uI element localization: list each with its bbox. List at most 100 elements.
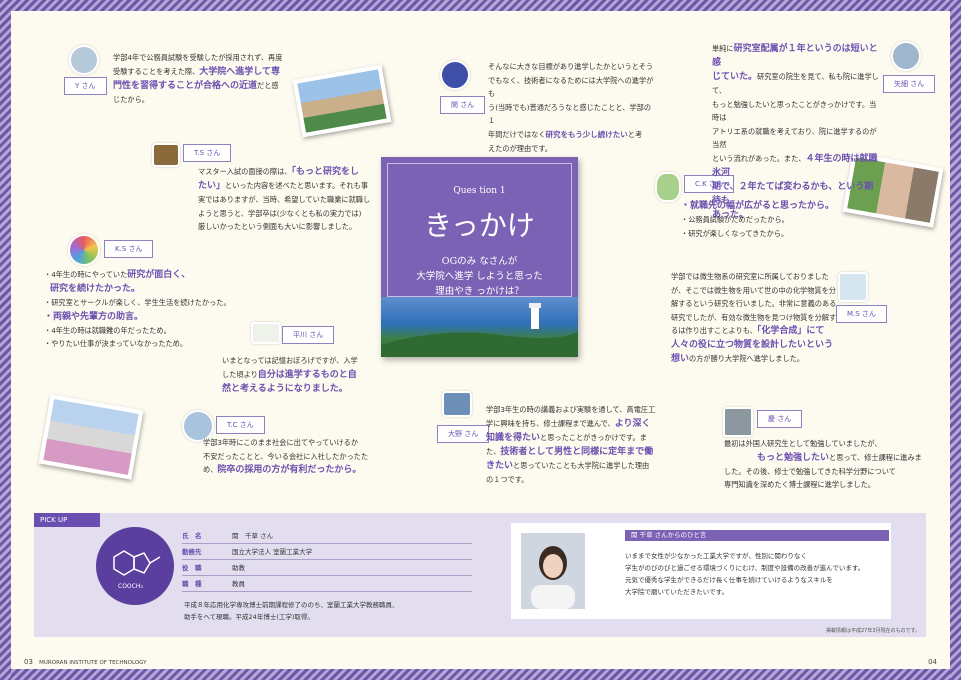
footer-institute-name: MURORAN INSTITUTE OF TECHNOLOGY	[39, 660, 147, 666]
answer-ms-text-6: の方が勝り大学院へ進学しました。	[689, 354, 805, 364]
page-number-left: 03	[24, 658, 33, 666]
answer-y-highlight-2: 門性を習得することが合格への近道	[113, 80, 258, 91]
profile-career: 平成８年応用化学専攻博士前期課程修了ののち、室蘭工業大学教務職員、 助手をへて現…	[184, 599, 399, 623]
info-note: 掲載情報は平成27年3月現在のものです。	[825, 628, 920, 634]
question-title: きっかけ	[424, 209, 535, 242]
profile-row-employer: 勤務先 国立大学法人 室蘭工業大学	[182, 546, 472, 560]
beakers-icon	[838, 272, 868, 302]
pickup-section: PICK UP COOCH₃ 氏 名 関 千草 さん 勤務先 国立大学法人 室蘭工業…	[34, 513, 926, 637]
answer-ms-text-4: 研究でしたが、有効な微生物を見つけ物質を分解す	[671, 312, 837, 322]
question-card: Ques tion 1 きっかけ OGのみ なさんが 大学院へ進学 しようと思っ…	[381, 157, 578, 357]
answer-ts-highlight-2: たい」	[198, 181, 226, 191]
lighthouse-illustration	[381, 303, 578, 357]
message-card: 関 千草 さんからのひと言 いままで女性が少なかった工業大学ですが、性別に関わり…	[511, 523, 891, 619]
emblem-formula: COOCH₃	[118, 583, 143, 590]
tag-seki: 関 さん	[440, 96, 486, 114]
profile-value-name: 関 千草 さん	[232, 532, 274, 540]
answer-ono-text-3: と思ったことがきっかけです。ま	[540, 432, 647, 442]
answer-ck-bullet-3: ・研究が楽しくなってきたから。	[681, 228, 789, 238]
question-subtitle: OGのみ なさんが 大学院へ進学 しようと思った 理由やき っかけは？	[388, 254, 571, 299]
room-icon	[251, 322, 281, 344]
answer-ks-bullet-2: ・研究室とサークルが楽しく、学生生活を続けたかった。	[44, 298, 231, 307]
answer-ts-text-2: といった内容を述べたと思います。それも事	[225, 181, 369, 190]
answer-y-text-4: じたから。	[113, 94, 149, 104]
profile-row-name: 氏 名 関 千草 さん	[182, 530, 472, 544]
tag-kei: 慶 さん	[757, 410, 803, 428]
tag-ts: T.S さん	[183, 144, 232, 162]
brochure-spread: Ques tion 1 きっかけ OGのみ なさんが 大学院へ進学 しようと思っ…	[0, 0, 961, 680]
answer-yagi-text-1: 単純に	[712, 44, 734, 53]
answer-ks-bullet-1: ・4年生の時にやっていた研究が面白く、	[44, 268, 254, 282]
answer-ms: 学部では微生物系の研究室に所属しておりました が、そこでは微生物を用いて世の中の…	[671, 270, 839, 366]
answer-kei-text-1: 最初は外国人研究生として勉強していましたが、	[724, 439, 882, 448]
answer-ono-highlight-2: 知識を得たい	[486, 432, 541, 443]
answer-ck-bullet-1: ・就職先の幅が広がると思ったから。	[681, 201, 835, 211]
tablet-icon	[442, 391, 472, 417]
answer-y: 学部4年で公務員試験を受験したが採用されず、再度 受験することを考えた際、大学院…	[113, 51, 293, 106]
answer-yagi-text-5: という流れがあった。また、	[712, 153, 806, 163]
person-portrait-icon	[531, 546, 575, 609]
answer-tc: 学部3年時にこのまま社会に出てやっていけるか 不安だったことと、今いる会社に入社…	[203, 436, 383, 477]
answer-yagi-text-3: もっと勉強したいと思ったことがきっかけです。当時は	[712, 99, 877, 123]
answer-ms-highlight-3: 想い	[671, 354, 690, 365]
tag-y: Y さん	[64, 77, 107, 95]
answer-ts-text-5: 厳しいかったという側面も大いに影響しました。	[198, 222, 357, 232]
tag-ms: M.S さん	[836, 305, 887, 323]
camera-icon	[152, 143, 180, 167]
answer-ms-text-3: 解するという研究を行いました。非常に意義のある	[671, 299, 837, 309]
answer-ck-bullet-2: ・公務員試験がだめだったから。	[681, 215, 789, 224]
molecule-icon	[440, 60, 470, 90]
answer-ks-bullet-4: ・4年生の時は就職難の年だったため。	[44, 325, 171, 335]
answer-tc-text-2: 不安だったことと、今いる会社に入社したかったた	[203, 451, 369, 461]
profile-career-1: 平成８年応用化学専攻博士前期課程修了ののち、室蘭工業大学教務職員、	[184, 601, 399, 609]
answer-seki-text-1: そんなに大きな目標があり進学したかというとそう	[488, 62, 654, 71]
answer-ks-text-1: ・4年生の時にやっていた	[44, 270, 128, 279]
answer-ono-text-4: た、	[486, 446, 501, 456]
answer-seki-highlight-1: 研究をもう少し続けたい	[545, 129, 628, 139]
answer-ts-highlight-1: 「もっと研究をし	[291, 167, 359, 177]
portrait-photo	[521, 533, 585, 609]
question-number: Ques tion 1	[453, 186, 506, 196]
answer-ts-text-4: ようと思うと、学部卒は(少なくとも私の実力では)	[198, 208, 362, 218]
answer-ms-text-2: が、そこでは微生物を用いて世の中の化学物質を分	[671, 285, 836, 295]
answer-y-text-2: 受験することを考えた際、	[113, 66, 200, 76]
message-line-1: いままで女性が少なかった工業大学ですが、性別に関わりなく	[625, 552, 807, 560]
message-body: いままで女性が少なかった工業大学ですが、性別に関わりなく 学生がのびのびと過ごせ…	[625, 550, 864, 598]
answer-ts-text-1: マスター入試の面接の際は、	[198, 167, 292, 176]
profile-row-occupation: 職 種 教員	[182, 578, 472, 592]
tag-hira: 平川 さん	[282, 326, 335, 344]
campus-photo-1	[292, 64, 392, 138]
campus-photo-2	[38, 394, 144, 480]
tag-tc: T.C さん	[216, 416, 265, 434]
answer-yagi: 単純に研究室配属が１年というのは短いと感 じていた。研究室の院生を見て、私も院に…	[712, 42, 882, 222]
tower-icon	[891, 41, 921, 71]
answer-yagi-highlight-1: 研究室配属が１年というのは短いと感	[712, 44, 878, 68]
answer-seki-text-3: う(当時でも)普通だろうなと感じたことと、学部の１	[488, 102, 652, 126]
flask-icon	[655, 172, 681, 202]
answer-hira-text-2: した頃より	[222, 369, 258, 379]
profile-value-occupation: 教員	[232, 580, 245, 588]
question-line-2: 大学院へ進学 しようと思った	[416, 271, 543, 282]
answer-seki-text-4: 年間だけではなく	[488, 129, 546, 139]
question-line-1: OGのみ なさんが	[441, 256, 518, 267]
page-number-right: 04	[928, 658, 937, 666]
pickup-badge: PICK UP	[34, 513, 100, 527]
chemical-structure-emblem: COOCH₃	[96, 527, 174, 605]
answer-seki-text-5: と考	[627, 129, 643, 139]
answer-hira: いまとなっては記憶おぼろげですが、入学 した頃より自分は進学するものと自 然と考…	[222, 354, 382, 396]
profile-key-name: 氏 名	[182, 532, 202, 540]
top-stripe-border	[0, 0, 961, 11]
answer-tc-text-1: 学部3年時にこのまま社会に出てやっていけるか	[203, 438, 359, 447]
answer-seki: そんなに大きな目標があり進学したかというとそう でもなく、技術者になるためには大…	[488, 60, 658, 156]
answer-ms-highlight-2: 人々の役に立つ物質を設計したいという	[671, 340, 834, 351]
answer-hira-highlight-2: 然と考えるようになりました。	[222, 383, 348, 394]
answer-ono-highlight-1: より深く	[614, 418, 651, 429]
color-palette-icon	[68, 234, 100, 266]
answer-y-highlight-1: 大学院へ進学して専	[199, 66, 280, 77]
answer-kei-text-2: と思って、修士課程に進みま	[829, 452, 922, 462]
question-card-frame: Ques tion 1 きっかけ OGのみ なさんが 大学院へ進学 しようと思っ…	[387, 163, 572, 297]
building-icon	[69, 45, 99, 75]
answer-ono-highlight-3: 技術者として男性と同様に定年まで働	[500, 446, 654, 457]
answer-hira-text-1: いまとなっては記憶おぼろげですが、入学	[222, 356, 358, 365]
answer-ono-text-6: の１つです。	[486, 474, 529, 484]
